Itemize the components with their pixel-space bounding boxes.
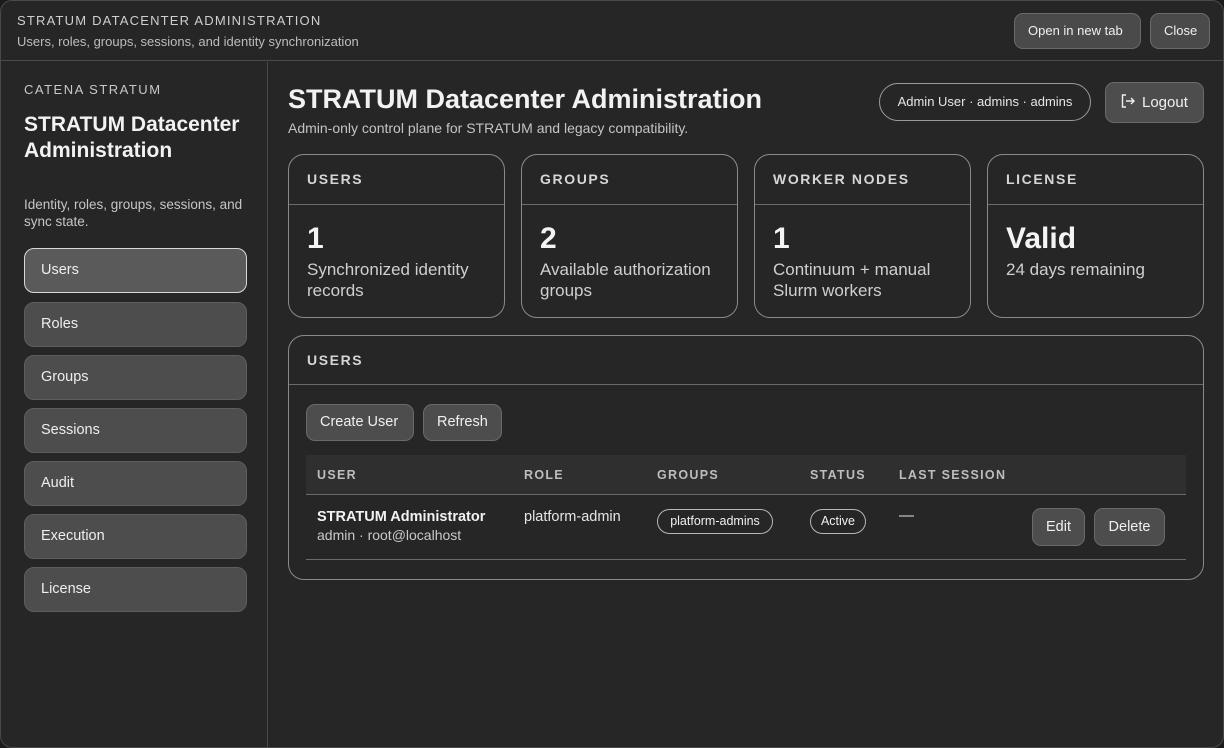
close-button[interactable]: Close [1150, 13, 1210, 49]
window-subtitle: Users, roles, groups, sessions, and iden… [17, 34, 359, 49]
sidebar-item-users[interactable]: Users [24, 248, 247, 293]
delete-user-button[interactable]: Delete [1094, 508, 1165, 546]
column-header-role: ROLE [524, 468, 564, 482]
sidebar-item-execution[interactable]: Execution [24, 514, 247, 559]
create-user-button[interactable]: Create User [306, 404, 414, 441]
stat-value: 2 [540, 222, 557, 255]
column-header-user: USER [317, 468, 357, 482]
table-header: USER ROLE GROUPS STATUS LAST SESSION [306, 455, 1186, 495]
sidebar-item-license[interactable]: License [24, 567, 247, 612]
stat-value: 1 [773, 222, 790, 255]
sidebar-title: STRATUM Datacenter Administration [24, 113, 240, 162]
stat-value: 1 [307, 222, 324, 255]
stat-description: Available authorization groups [540, 260, 711, 300]
stat-label: LICENSE [988, 155, 1203, 205]
logout-button[interactable]: Logout [1105, 82, 1204, 123]
stat-card-groups: GROUPS 2 Available authorization groups [521, 154, 738, 318]
users-table: USER ROLE GROUPS STATUS LAST SESSION STR… [306, 455, 1186, 560]
stat-card-worker-nodes: WORKER NODES 1 Continuum + manual Slurm … [754, 154, 971, 318]
stat-label: GROUPS [522, 155, 737, 205]
sidebar-brand: CATENA STRATUM [24, 82, 162, 97]
user-name: STRATUM Administrator [317, 509, 486, 525]
last-session: — [899, 507, 914, 524]
stat-card-license: LICENSE Valid 24 days remaining [987, 154, 1204, 318]
page-title: STRATUM Datacenter Administration [288, 84, 763, 114]
sidebar-item-sessions[interactable]: Sessions [24, 408, 247, 453]
window-title: STRATUM DATACENTER ADMINISTRATION [17, 13, 322, 28]
stat-card-users: USERS 1 Synchronized identity records [288, 154, 505, 318]
stat-label: WORKER NODES [755, 155, 970, 205]
sidebar: CATENA STRATUM STRATUM Datacenter Admini… [1, 62, 268, 747]
column-header-last-session: LAST SESSION [899, 468, 1007, 482]
stat-description: Continuum + manual Slurm workers [773, 260, 931, 300]
logout-icon [1120, 85, 1136, 108]
stat-value: Valid [1006, 222, 1077, 255]
user-role: platform-admin [524, 509, 621, 525]
admin-window: STRATUM DATACENTER ADMINISTRATION Users,… [0, 0, 1224, 748]
refresh-button[interactable]: Refresh [423, 404, 502, 441]
logout-label: Logout [1142, 94, 1188, 111]
table-row: STRATUM Administrator admin · root@local… [306, 495, 1186, 560]
stat-description: Synchronized identity records [307, 260, 469, 300]
edit-user-button[interactable]: Edit [1032, 508, 1085, 546]
column-header-status: STATUS [810, 468, 866, 482]
stat-description: 24 days remaining [1006, 260, 1145, 279]
main-content: STRATUM Datacenter Administration Admin-… [269, 62, 1223, 747]
stat-label: USERS [289, 155, 504, 205]
sidebar-item-groups[interactable]: Groups [24, 355, 247, 400]
sidebar-description: Identity, roles, groups, sessions, and s… [24, 197, 243, 229]
title-bar: STRATUM DATACENTER ADMINISTRATION Users,… [1, 1, 1223, 61]
user-detail: admin · root@localhost [317, 527, 462, 543]
users-panel: USERS Create User Refresh USER ROLE GROU… [288, 335, 1204, 580]
status-badge: Active [810, 509, 866, 534]
sidebar-item-roles[interactable]: Roles [24, 302, 247, 347]
panel-title: USERS [289, 336, 1203, 385]
group-chip: platform-admins [657, 509, 773, 534]
page-subtitle: Admin-only control plane for STRATUM and… [288, 120, 689, 136]
column-header-groups: GROUPS [657, 468, 719, 482]
sidebar-item-audit[interactable]: Audit [24, 461, 247, 506]
current-user-badge: Admin User · admins · admins [879, 83, 1091, 121]
open-in-new-tab-button[interactable]: Open in new tab [1014, 13, 1141, 49]
